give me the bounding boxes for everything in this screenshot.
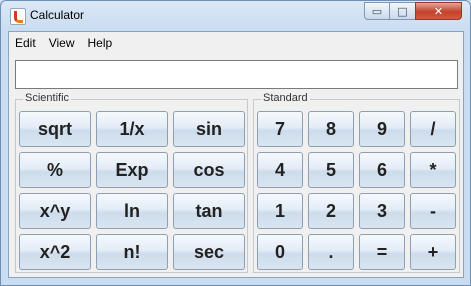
scientific-panel: Scientific sqrt 1/x sin % Exp cos x^y ln… bbox=[15, 92, 248, 273]
power-button[interactable]: x^y bbox=[19, 193, 91, 229]
standard-panel: Standard 7 8 9 / 4 5 6 * 1 2 3 - 0 . = + bbox=[253, 92, 460, 273]
maximize-icon: □ bbox=[397, 4, 408, 18]
digit-7-button[interactable]: 7 bbox=[257, 111, 303, 147]
equals-button[interactable]: = bbox=[359, 234, 405, 270]
decimal-point-button[interactable]: . bbox=[308, 234, 354, 270]
close-icon: ✕ bbox=[433, 4, 444, 18]
digit-4-button[interactable]: 4 bbox=[257, 152, 303, 188]
calculator-window: Calculator ▭ □ ✕ Edit View Help Scientif… bbox=[0, 0, 471, 286]
digit-8-button[interactable]: 8 bbox=[308, 111, 354, 147]
scientific-panel-label: Scientific bbox=[23, 92, 72, 104]
digit-2-button[interactable]: 2 bbox=[308, 193, 354, 229]
digit-0-button[interactable]: 0 bbox=[257, 234, 303, 270]
digit-5-button[interactable]: 5 bbox=[308, 152, 354, 188]
percent-button[interactable]: % bbox=[19, 152, 91, 188]
add-button[interactable]: + bbox=[410, 234, 456, 270]
calculator-display[interactable] bbox=[15, 60, 458, 89]
menu-bar: Edit View Help bbox=[9, 32, 463, 53]
digit-3-button[interactable]: 3 bbox=[359, 193, 405, 229]
menu-help[interactable]: Help bbox=[81, 36, 119, 50]
close-button[interactable]: ✕ bbox=[415, 2, 462, 20]
exp-button[interactable]: Exp bbox=[96, 152, 168, 188]
minimize-icon: ▭ bbox=[371, 4, 383, 18]
reciprocal-button[interactable]: 1/x bbox=[96, 111, 168, 147]
java-app-icon bbox=[10, 8, 26, 25]
factorial-button[interactable]: n! bbox=[96, 234, 168, 270]
sec-button[interactable]: sec bbox=[173, 234, 245, 270]
minimize-button[interactable]: ▭ bbox=[364, 2, 390, 20]
digit-6-button[interactable]: 6 bbox=[359, 152, 405, 188]
ln-button[interactable]: ln bbox=[96, 193, 168, 229]
menu-edit[interactable]: Edit bbox=[9, 36, 43, 50]
divide-button[interactable]: / bbox=[410, 111, 456, 147]
multiply-button[interactable]: * bbox=[410, 152, 456, 188]
window-title: Calculator bbox=[30, 8, 85, 22]
standard-panel-label: Standard bbox=[261, 92, 310, 104]
sin-button[interactable]: sin bbox=[173, 111, 245, 147]
sqrt-button[interactable]: sqrt bbox=[19, 111, 91, 147]
client-area: Edit View Help Scientific sqrt 1/x sin %… bbox=[8, 31, 464, 278]
menu-view[interactable]: View bbox=[43, 36, 82, 50]
square-button[interactable]: x^2 bbox=[19, 234, 91, 270]
tan-button[interactable]: tan bbox=[173, 193, 245, 229]
cos-button[interactable]: cos bbox=[173, 152, 245, 188]
standard-button-grid: 7 8 9 / 4 5 6 * 1 2 3 - 0 . = + bbox=[257, 111, 456, 270]
subtract-button[interactable]: - bbox=[410, 193, 456, 229]
title-bar[interactable]: Calculator ▭ □ ✕ bbox=[1, 1, 470, 31]
maximize-button[interactable]: □ bbox=[389, 2, 416, 20]
scientific-button-grid: sqrt 1/x sin % Exp cos x^y ln tan x^2 n!… bbox=[19, 111, 245, 270]
digit-9-button[interactable]: 9 bbox=[359, 111, 405, 147]
digit-1-button[interactable]: 1 bbox=[257, 193, 303, 229]
